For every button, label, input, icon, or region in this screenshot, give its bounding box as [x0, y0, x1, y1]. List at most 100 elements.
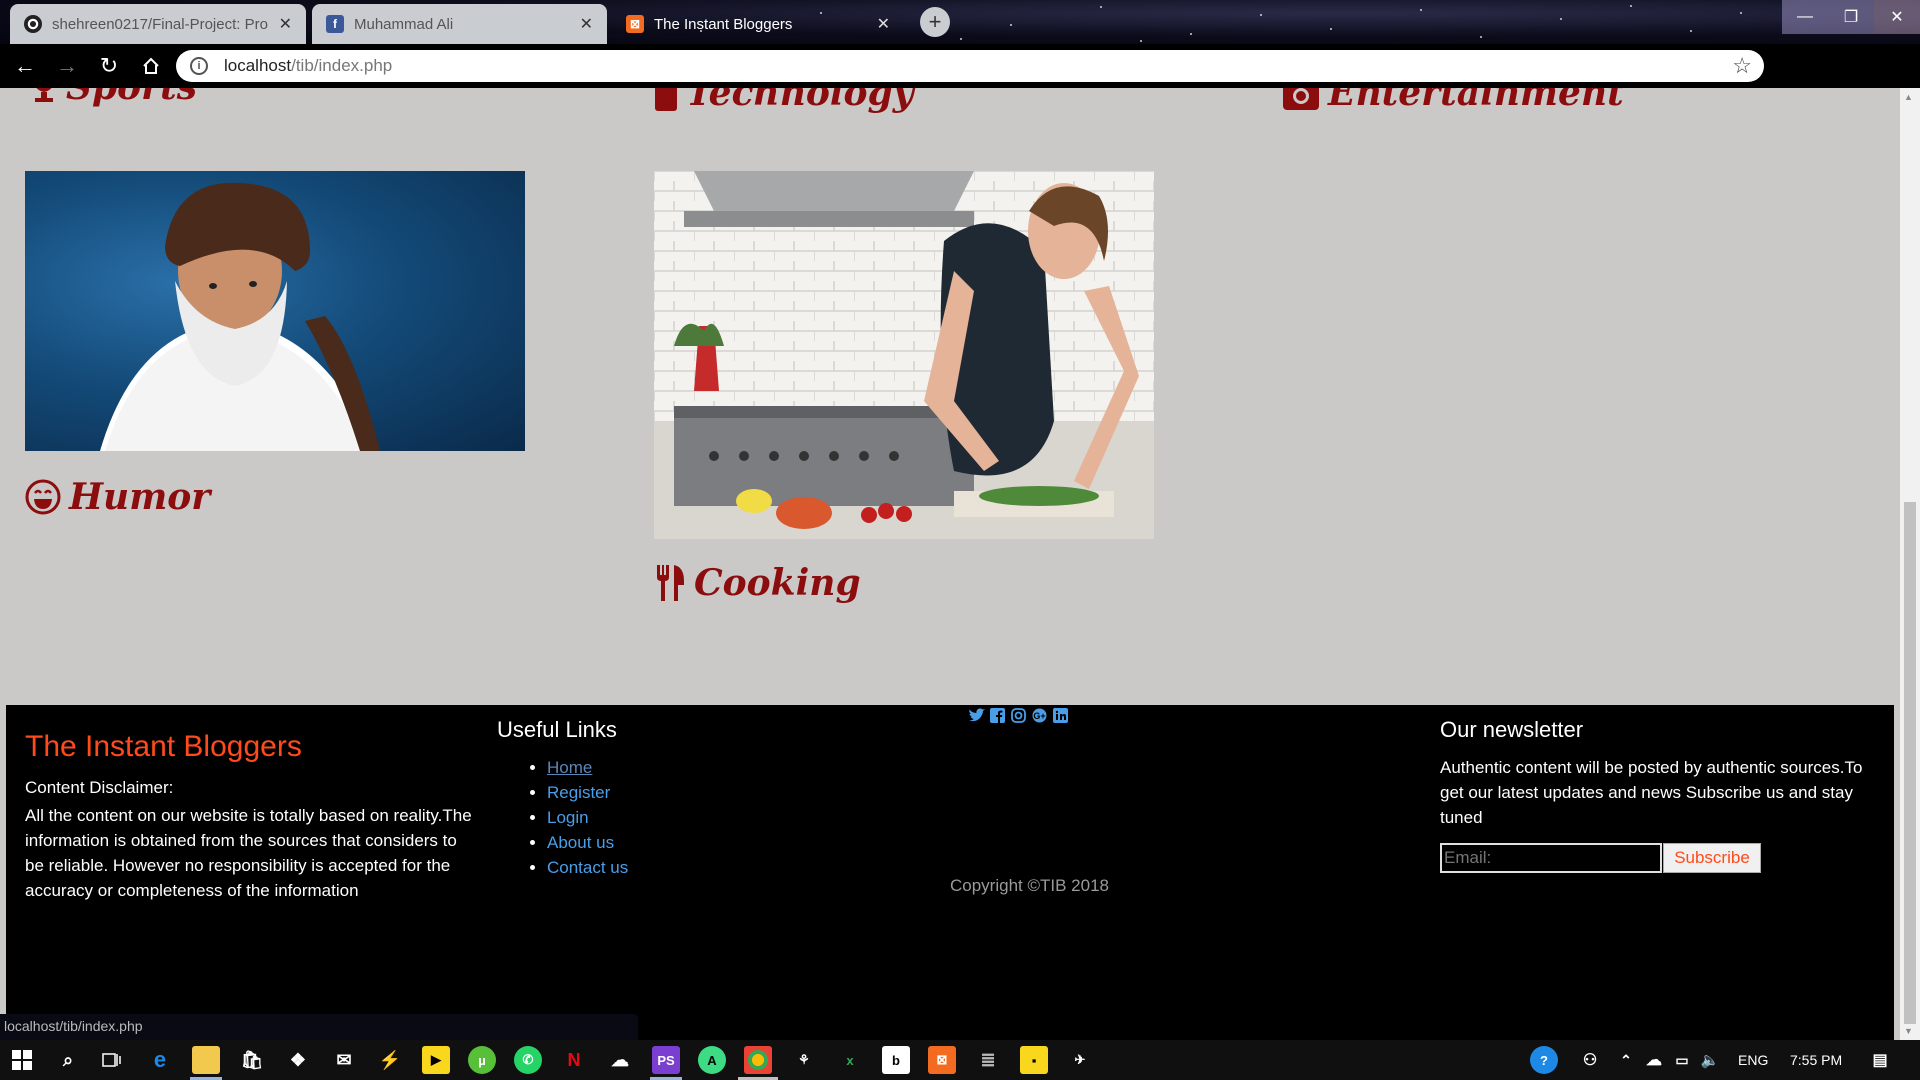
tab-facebook[interactable]: f Muhammad Ali ✕ — [312, 4, 607, 44]
twitter-icon[interactable] — [968, 707, 985, 724]
category-heading-sports[interactable]: Sports — [30, 88, 197, 108]
home-icon[interactable] — [134, 49, 168, 83]
mail-icon[interactable]: ✉ — [330, 1046, 358, 1074]
category-label: Cooking — [694, 562, 861, 604]
edge-icon[interactable]: e — [146, 1046, 174, 1074]
url-path: /tib/index.php — [291, 56, 393, 75]
category-label: Entertainment — [1328, 88, 1624, 114]
category-heading-humor[interactable]: Humor — [25, 476, 210, 518]
task-view-icon[interactable] — [98, 1046, 126, 1074]
useful-links-title: Useful Links — [497, 717, 617, 742]
sticky-notes-icon[interactable]: ▪ — [1020, 1046, 1048, 1074]
utensils-icon — [654, 563, 686, 603]
bing-icon[interactable]: b — [882, 1046, 910, 1074]
windows-start-icon[interactable] — [8, 1046, 36, 1074]
chrome-icon[interactable] — [744, 1046, 772, 1074]
xampp-icon: ⊠ — [626, 15, 644, 33]
language-indicator[interactable]: ENG — [1738, 1052, 1768, 1068]
scrollbar-thumb[interactable] — [1904, 502, 1916, 1024]
reload-icon[interactable]: ↻ — [92, 49, 126, 83]
android-studio-icon[interactable]: A — [698, 1046, 726, 1074]
cooking-post-image[interactable] — [654, 171, 1154, 539]
footer-link-home[interactable]: Home — [547, 758, 592, 777]
volume-icon[interactable]: 🔈 — [1696, 1046, 1724, 1074]
subscribe-button[interactable]: Subscribe — [1663, 843, 1761, 873]
category-label: Humor — [69, 476, 211, 518]
close-tab-icon[interactable]: ✕ — [877, 14, 890, 34]
whatsapp-icon[interactable]: ✆ — [514, 1046, 542, 1074]
trophy-icon — [30, 88, 58, 104]
tab-instant-bloggers[interactable]: ⊠ The Instant Bloggers ✕ — [612, 4, 904, 44]
app-icon[interactable]: ✈ — [1066, 1046, 1094, 1074]
mobile-icon — [654, 88, 678, 112]
info-icon[interactable]: i — [190, 57, 208, 75]
file-explorer-icon[interactable] — [192, 1046, 220, 1074]
link-status-bar: localhost/tib/index.php — [0, 1014, 638, 1040]
soundcloud-icon[interactable]: ☁ — [606, 1046, 634, 1074]
dropbox-icon[interactable]: ❖ — [284, 1046, 312, 1074]
maximize-icon[interactable]: ❐ — [1828, 0, 1874, 34]
page-content: Sports Technology Entertainment Humor — [0, 88, 1900, 1040]
scroll-up-icon[interactable]: ▲ — [1904, 92, 1913, 102]
close-tab-icon[interactable]: ✕ — [580, 14, 593, 34]
google-plus-icon[interactable]: G+ — [1031, 707, 1048, 724]
help-icon[interactable]: ? — [1530, 1046, 1558, 1074]
people-icon[interactable]: ⚇ — [1576, 1046, 1604, 1074]
category-label: Technology — [686, 88, 914, 114]
store-icon[interactable]: 🛍 — [238, 1046, 266, 1074]
camera-icon — [1282, 88, 1320, 112]
instagram-icon[interactable] — [1010, 707, 1027, 724]
github-icon — [24, 15, 42, 33]
disclaimer-title: Content Disclaimer: — [25, 778, 174, 797]
windows-taskbar: ⌕ e 🛍 ❖ ✉ ⚡ ▶ µ ✆ N ☁ PS A ⚘ x b ⊠ ≣ ▪ ✈… — [0, 1040, 1920, 1080]
svg-text:G+: G+ — [1033, 711, 1045, 721]
close-tab-icon[interactable]: ✕ — [279, 14, 292, 34]
tab-title: Muhammad Ali — [354, 15, 454, 33]
footer-brand: The Instant Bloggers — [25, 730, 302, 763]
app-icon[interactable]: ⚘ — [790, 1046, 818, 1074]
linkedin-icon[interactable] — [1052, 707, 1069, 724]
browser-toolbar: ← → ↻ i localhost/tib/index.php ☆ ⋮ — [0, 44, 1920, 125]
category-label: Sports — [66, 88, 197, 108]
useful-links-list: Home Register Login About us Contact us — [547, 755, 628, 880]
utorrent-icon[interactable]: µ — [468, 1046, 496, 1074]
category-heading-entertainment[interactable]: Entertainment — [1282, 88, 1624, 114]
notifications-icon[interactable]: ▤ — [1866, 1046, 1894, 1074]
address-bar[interactable]: i localhost/tib/index.php ☆ — [176, 50, 1764, 82]
category-heading-technology[interactable]: Technology — [654, 88, 914, 114]
list-item: Register — [547, 780, 628, 805]
media-player-icon[interactable]: ▶ — [422, 1046, 450, 1074]
forward-icon[interactable]: → — [50, 49, 84, 83]
scroll-down-icon[interactable]: ▼ — [1904, 1026, 1913, 1036]
search-icon[interactable]: ⌕ — [54, 1046, 82, 1074]
phpstorm-icon[interactable]: PS — [652, 1046, 680, 1074]
clock[interactable]: 7:55 PM — [1790, 1052, 1842, 1068]
tab-github[interactable]: shehreen0217/Final-Project: Pro ✕ — [10, 4, 306, 44]
minimize-icon[interactable]: — — [1782, 0, 1828, 34]
back-icon[interactable]: ← — [8, 49, 42, 83]
footer-link-register[interactable]: Register — [547, 783, 610, 802]
footer-link-contact[interactable]: Contact us — [547, 858, 628, 877]
copyright-text: Copyright ©TIB 2018 — [950, 876, 1109, 895]
new-tab-button[interactable]: + — [920, 7, 950, 37]
excel-chart-icon[interactable]: x — [836, 1046, 864, 1074]
list-item: Home — [547, 755, 628, 780]
battery-icon[interactable]: ▭ — [1668, 1046, 1696, 1074]
xampp-icon[interactable]: ⊠ — [928, 1046, 956, 1074]
bookmark-star-icon[interactable]: ☆ — [1732, 53, 1752, 79]
category-heading-cooking[interactable]: Cooking — [654, 562, 861, 604]
visual-studio-code-icon[interactable]: ⚡ — [376, 1046, 404, 1074]
laugh-icon — [25, 479, 61, 515]
facebook-icon[interactable] — [989, 707, 1006, 724]
netflix-icon[interactable]: N — [560, 1046, 588, 1074]
page-scrollbar[interactable]: ▲ ▼ — [1900, 88, 1920, 1040]
footer-link-login[interactable]: Login — [547, 808, 589, 827]
newsletter-email-input[interactable] — [1440, 843, 1662, 873]
newsletter-text: Authentic content will be posted by auth… — [1440, 758, 1863, 827]
close-window-icon[interactable]: ✕ — [1874, 0, 1920, 34]
chevron-up-icon[interactable]: ⌃ — [1612, 1046, 1640, 1074]
database-icon[interactable]: ≣ — [974, 1046, 1002, 1074]
humor-post-image[interactable] — [25, 171, 525, 451]
onedrive-icon[interactable]: ☁ — [1640, 1046, 1668, 1074]
footer-link-about[interactable]: About us — [547, 833, 614, 852]
